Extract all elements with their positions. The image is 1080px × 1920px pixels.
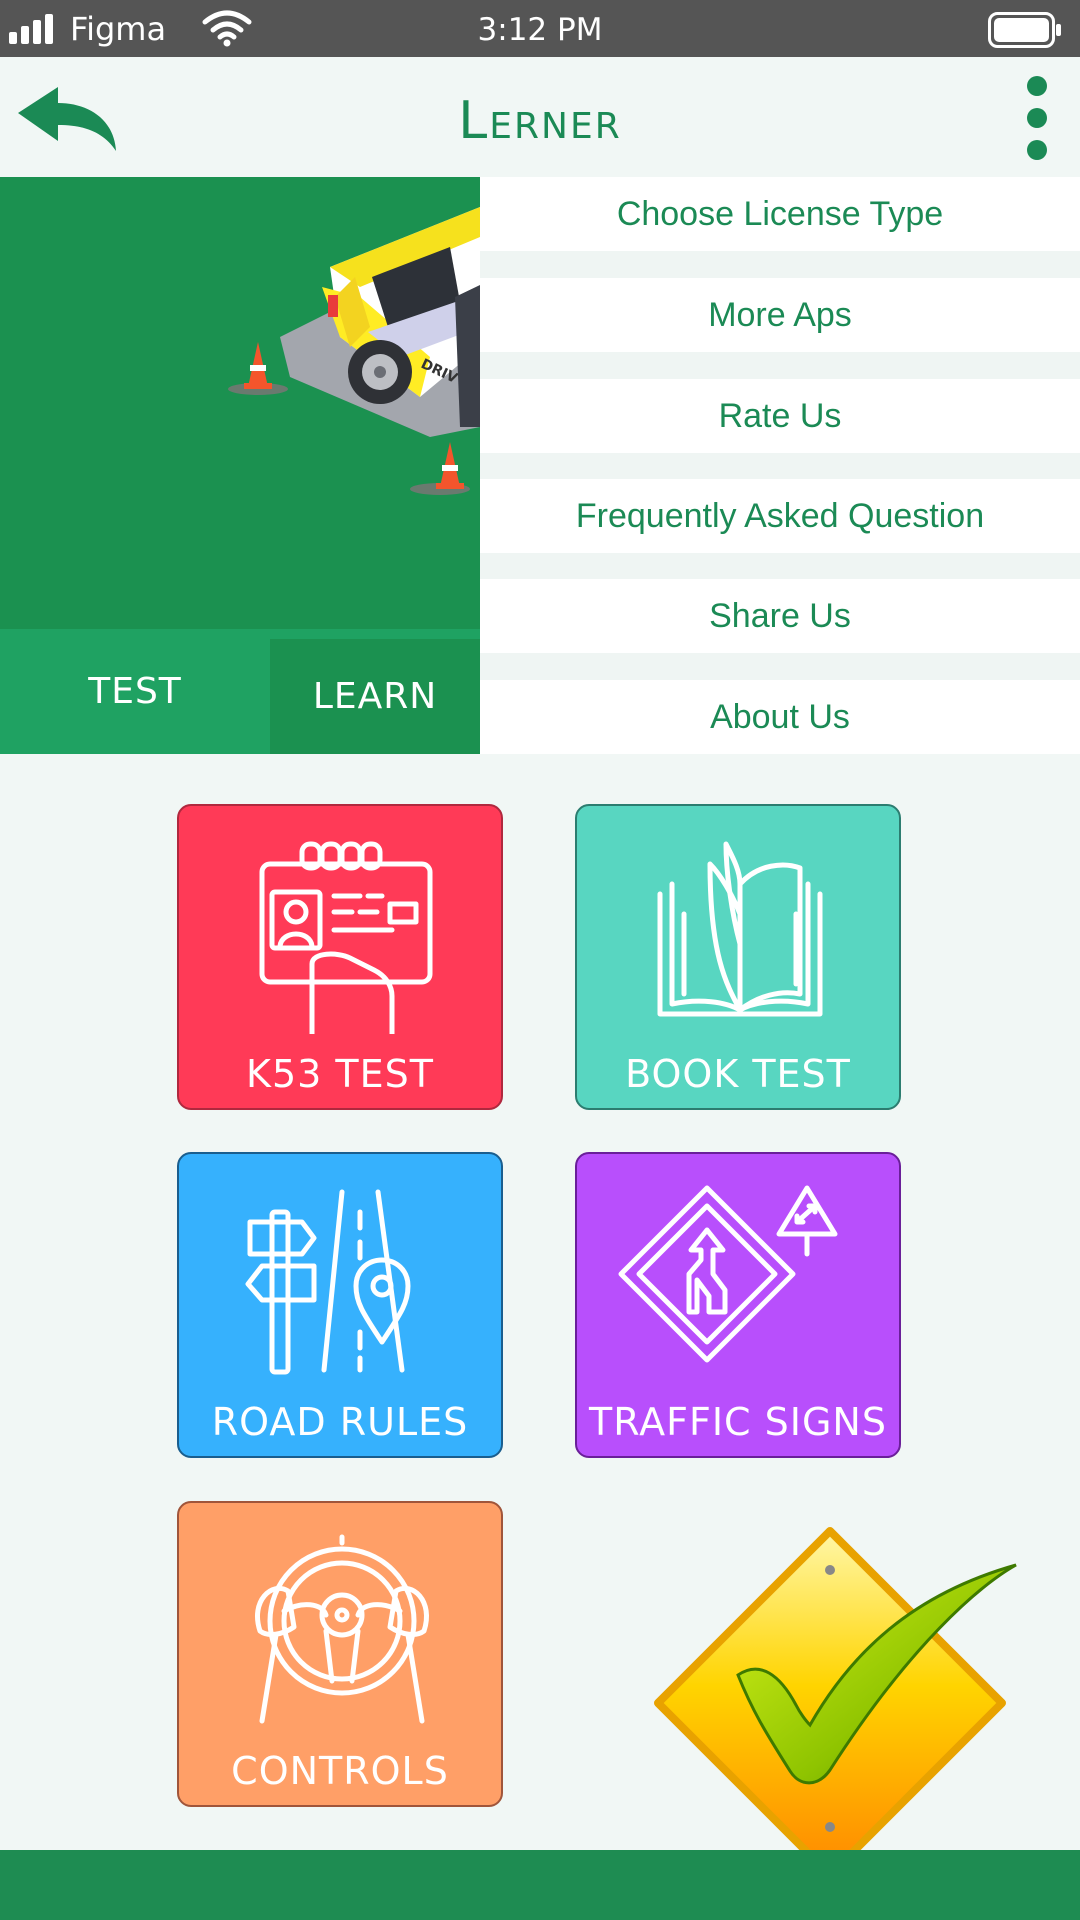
road-rules-label: ROAD RULES — [211, 1400, 469, 1444]
menu-item-more-apps[interactable]: More Aps — [480, 278, 1080, 352]
tab-test[interactable]: TEST — [0, 629, 270, 754]
tab-learn[interactable]: LEARN — [270, 639, 480, 754]
tab-bar: TEST LEARN — [0, 629, 480, 754]
page-title: Lerner — [458, 91, 622, 151]
traffic-signs-button[interactable]: TRAFFIC SIGNS — [575, 1152, 901, 1458]
clock-time: 3:12 PM — [477, 12, 603, 48]
driving-car-illustration: DRIV — [228, 207, 480, 495]
license-card-icon — [259, 841, 433, 1034]
k53-test-label: K53 TEST — [246, 1052, 434, 1096]
road-rules-button[interactable]: ROAD RULES — [177, 1152, 503, 1458]
road-signpost-icon — [245, 1189, 411, 1375]
status-bar: Figma 3:12 PM — [0, 0, 1080, 57]
checkmark-badge-icon — [654, 1527, 1017, 1879]
menu-item-about-us[interactable]: About Us — [480, 680, 1080, 754]
battery-icon — [988, 12, 1061, 48]
options-menu: Choose License Type More Aps Rate Us Fre… — [480, 177, 1080, 754]
book-test-button[interactable]: BOOK TEST — [575, 804, 901, 1110]
controls-button[interactable]: CONTROLS — [177, 1501, 503, 1807]
bottom-bar — [0, 1850, 1080, 1920]
traffic-sign-icon — [618, 1185, 838, 1363]
more-vertical-icon[interactable] — [1022, 73, 1052, 163]
open-book-icon — [657, 841, 823, 1017]
steering-wheel-icon — [255, 1534, 429, 1724]
app-header: Lerner — [0, 57, 1080, 177]
menu-item-share-us[interactable]: Share Us — [480, 579, 1080, 653]
controls-label: CONTROLS — [231, 1749, 449, 1793]
k53-test-button[interactable]: K53 TEST — [177, 804, 503, 1110]
book-test-label: BOOK TEST — [625, 1052, 851, 1096]
menu-item-rate-us[interactable]: Rate Us — [480, 379, 1080, 453]
traffic-signs-label: TRAFFIC SIGNS — [589, 1400, 887, 1444]
hero-banner: DRIV — [0, 177, 480, 629]
menu-item-choose-license-type[interactable]: Choose License Type — [480, 177, 1080, 251]
menu-item-faq[interactable]: Frequently Asked Question — [480, 479, 1080, 553]
